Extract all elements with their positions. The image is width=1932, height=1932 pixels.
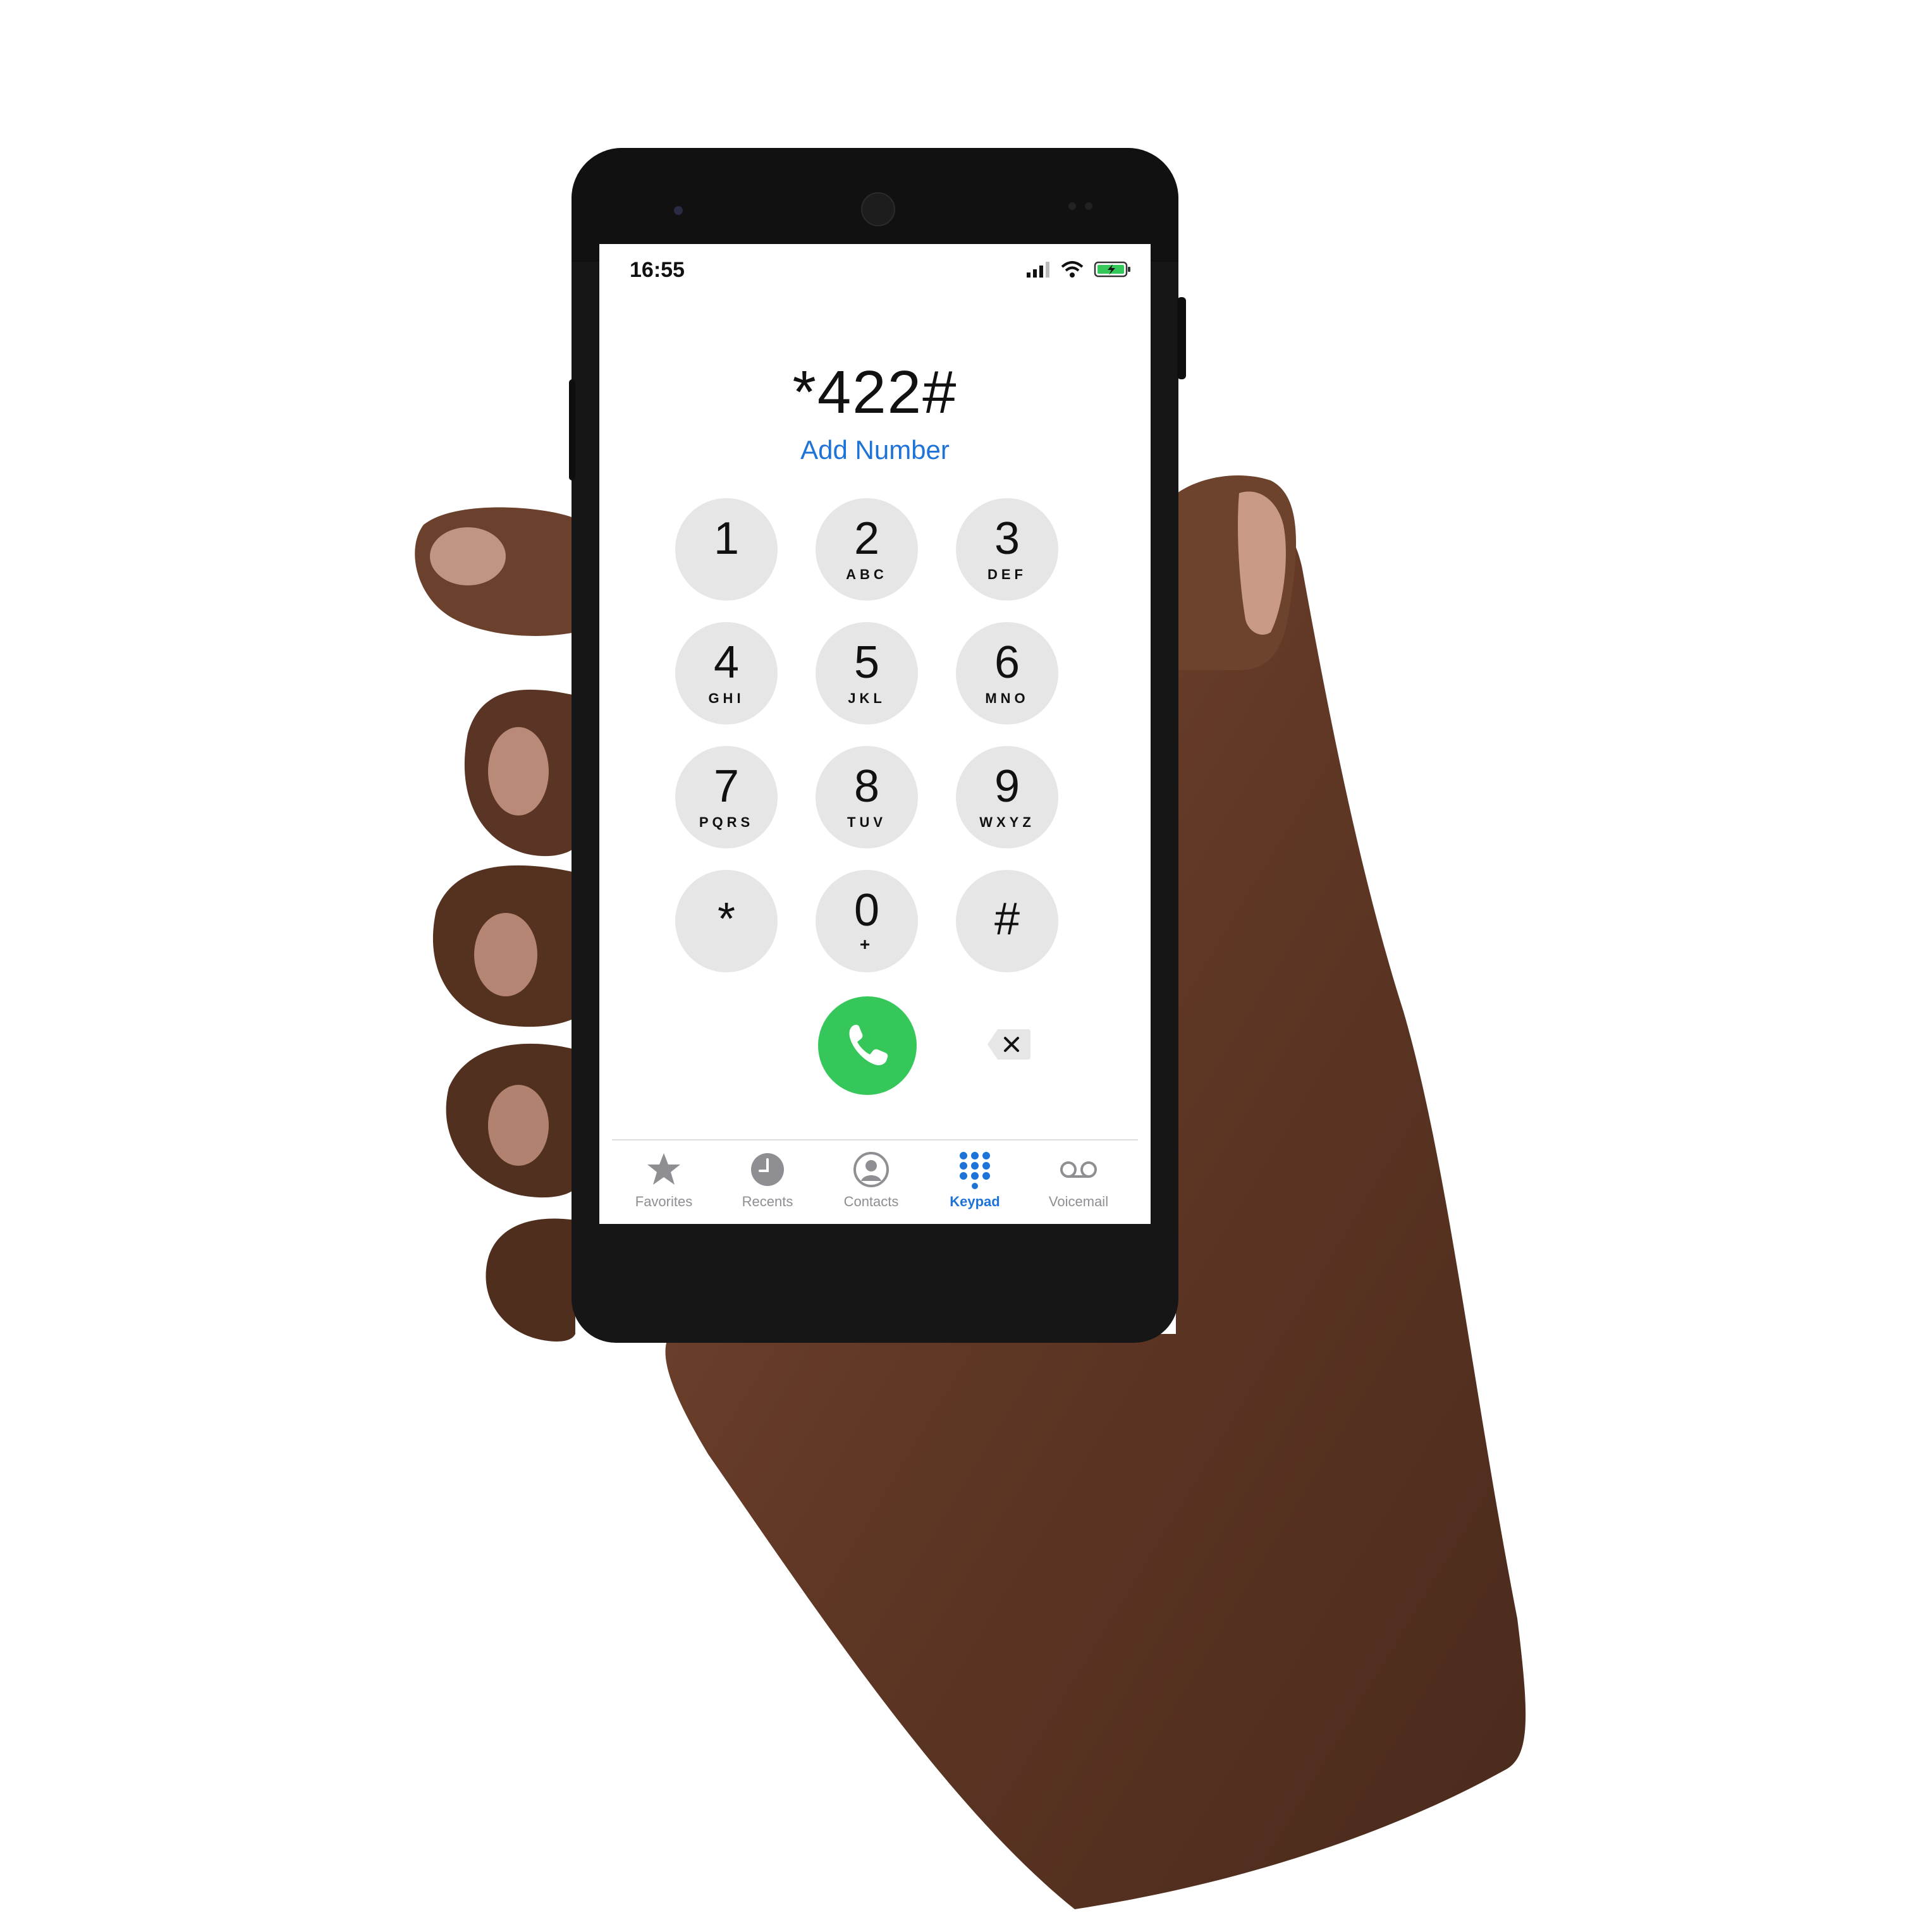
star-icon — [647, 1153, 680, 1185]
call-button[interactable] — [818, 996, 917, 1095]
voicemail-icon — [1060, 1161, 1097, 1178]
key-3[interactable]: 3 DEF — [956, 498, 1058, 601]
key-1[interactable]: 1 — [675, 498, 778, 601]
dialed-number: *422# — [792, 358, 958, 426]
key-4[interactable]: 4 GHI — [675, 622, 778, 724]
keypad-grid-icon — [960, 1152, 990, 1189]
key-star[interactable]: * — [675, 870, 778, 972]
phone-screen: 16:55 *422# Add Number 1 2 ABC 3 DEF 4 G… — [599, 244, 1151, 1224]
tab-favorites[interactable]: Favorites — [612, 1140, 716, 1224]
add-number-link[interactable]: Add Number — [599, 435, 1151, 465]
phone-icon — [849, 1024, 888, 1065]
tab-recents[interactable]: Recents — [716, 1140, 819, 1224]
tab-contacts[interactable]: Contacts — [819, 1140, 923, 1224]
battery-charging-icon — [1094, 261, 1130, 278]
status-icons — [1025, 257, 1132, 282]
earpiece-speaker-icon — [861, 192, 895, 226]
delete-button[interactable] — [986, 1027, 1032, 1062]
signal-icon — [1027, 262, 1049, 278]
tab-voicemail[interactable]: Voicemail — [1027, 1140, 1130, 1224]
proximity-sensor-icon — [1068, 202, 1076, 210]
backspace-icon — [987, 1029, 1030, 1060]
key-6[interactable]: 6 MNO — [956, 622, 1058, 724]
clock-icon — [751, 1153, 784, 1186]
tab-keypad[interactable]: Keypad — [923, 1140, 1027, 1224]
tab-bar: Favorites Recents Contacts Keypad Voicem… — [612, 1139, 1138, 1224]
key-9[interactable]: 9 WXYZ — [956, 746, 1058, 848]
key-0[interactable]: 0 + — [816, 870, 918, 972]
photo-scene: 16:55 *422# Add Number 1 2 ABC 3 DEF 4 G… — [0, 0, 1932, 1932]
status-time: 16:55 — [630, 258, 685, 282]
key-5[interactable]: 5 JKL — [816, 622, 918, 724]
key-7[interactable]: 7 PQRS — [675, 746, 778, 848]
wifi-icon — [1061, 261, 1084, 278]
key-2[interactable]: 2 ABC — [816, 498, 918, 601]
power-button — [569, 379, 575, 480]
light-sensor-icon — [1085, 202, 1092, 210]
person-circle-icon — [853, 1152, 889, 1187]
front-camera-icon — [674, 206, 683, 215]
volume-button — [1177, 297, 1186, 379]
key-8[interactable]: 8 TUV — [816, 746, 918, 848]
key-hash[interactable]: # — [956, 870, 1058, 972]
